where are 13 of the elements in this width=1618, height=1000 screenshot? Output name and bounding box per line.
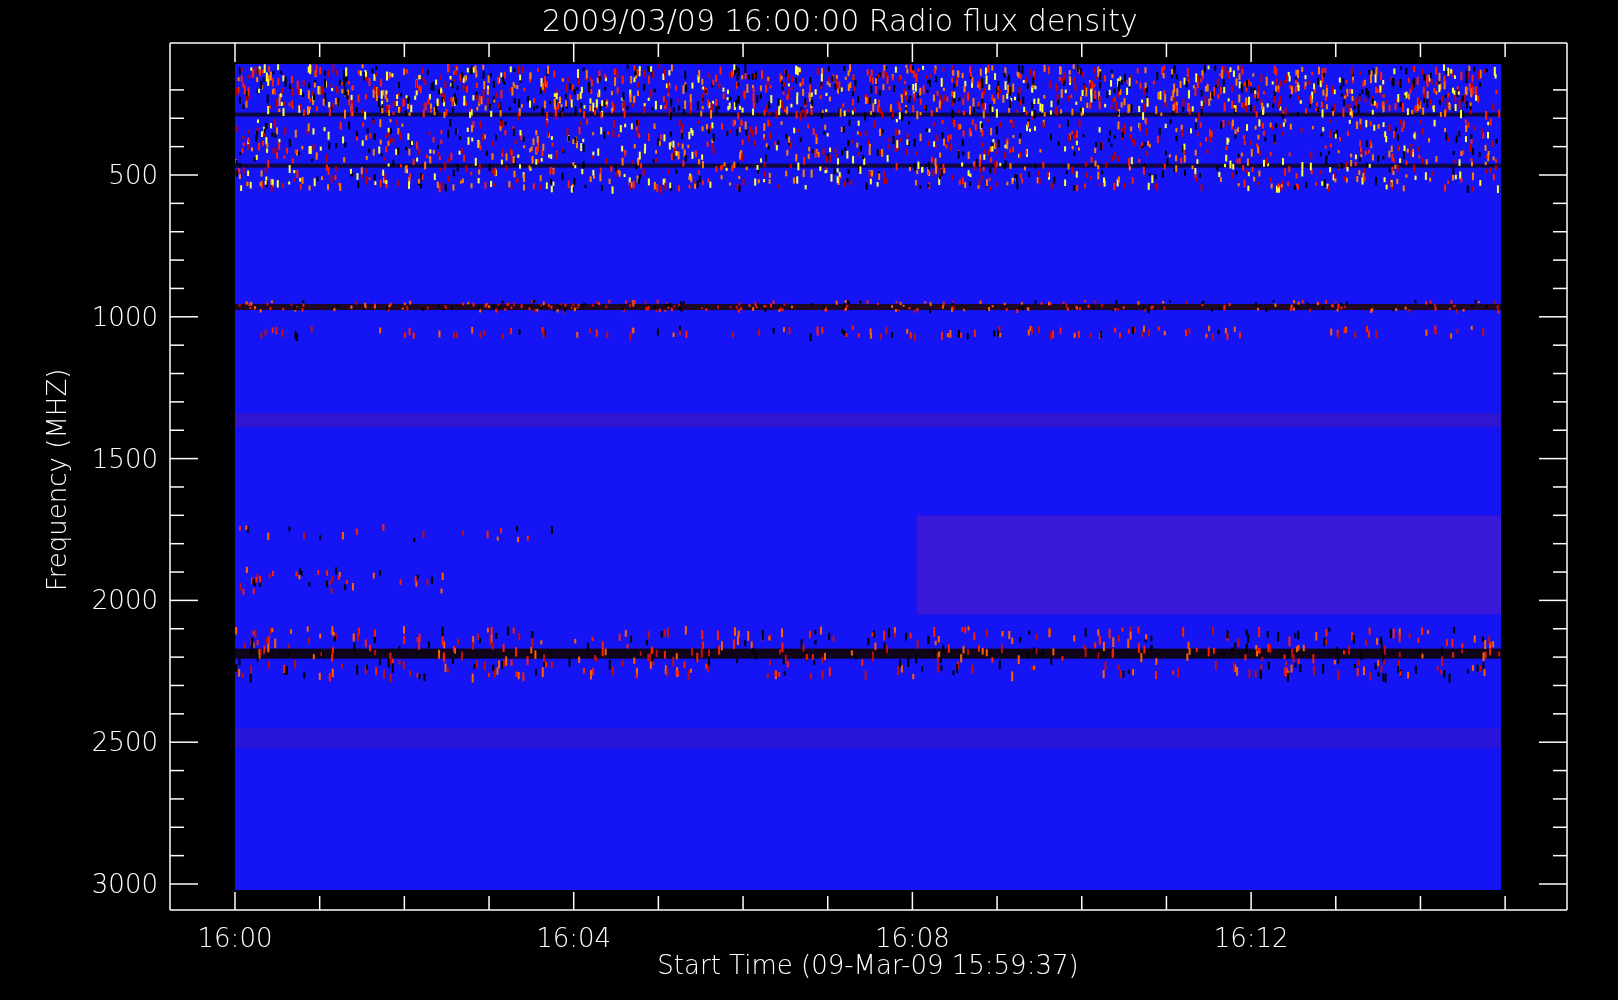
x-tick-label: 16:04 (536, 923, 612, 953)
y-tick-label: 500 (108, 160, 158, 190)
y-tick-label: 2000 (91, 585, 158, 616)
y-tick-label: 1000 (91, 301, 158, 332)
chart-title: 2009/03/09 16:00:00 Radio flux density (542, 3, 1138, 38)
x-tick-label: 16:12 (1213, 923, 1289, 953)
x-axis-label: Start Time (09-Mar-09 15:59:37) (657, 950, 1079, 980)
y-tick-label: 3000 (91, 869, 158, 899)
y-axis-label: Frequency (MHZ) (42, 368, 72, 592)
y-tick-label: 1500 (91, 443, 158, 474)
x-tick-label: 16:00 (197, 923, 273, 953)
x-tick-label: 16:08 (874, 923, 950, 953)
y-tick-label: 2500 (91, 727, 158, 758)
